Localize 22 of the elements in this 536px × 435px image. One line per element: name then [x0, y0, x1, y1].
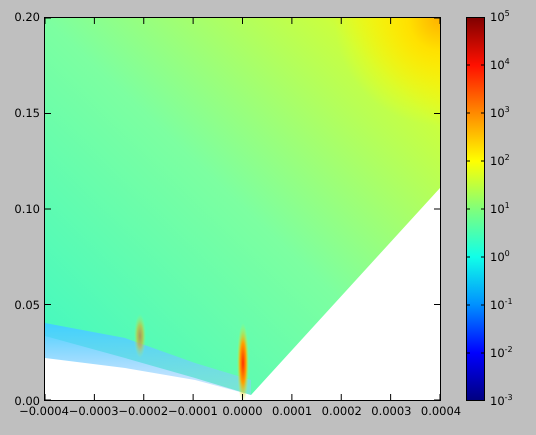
colorbar-tick-label: 10$^{3}$	[490, 106, 510, 120]
colorbar-tick-label: 10$^{-2}$	[490, 346, 513, 360]
colorbar-tick-label: 10$^{5}$	[490, 10, 510, 24]
colorbar-tick-label: 10$^{1}$	[490, 202, 510, 216]
x-tick-label: 0.0003	[371, 404, 412, 418]
colorbar-tick-label: 10$^{0}$	[490, 250, 510, 264]
x-tick-label: −0.0001	[168, 404, 218, 418]
y-tick-label: 0.10	[14, 202, 40, 216]
x-tick-label: 0.0000	[222, 404, 263, 418]
y-tick-label: 0.20	[14, 10, 40, 24]
y-tick-label: 0.05	[14, 298, 40, 312]
colorbar-tick-label: 10$^{-1}$	[490, 298, 513, 312]
x-tick-label: −0.0002	[118, 404, 168, 418]
x-tick-label: −0.0003	[68, 404, 119, 418]
x-tick-label: 0.0004	[420, 404, 462, 418]
x-tick-label: 0.0001	[272, 404, 312, 418]
side-streak	[134, 314, 146, 358]
y-tick-label: 0.15	[14, 106, 40, 120]
x-tick-label: 0.0002	[322, 404, 362, 418]
colorbar-tick-label: 10$^{2}$	[490, 154, 510, 168]
colorbar-tick-label: 10$^{4}$	[490, 58, 510, 72]
colorbar-tick-label: 10$^{-3}$	[490, 394, 513, 408]
